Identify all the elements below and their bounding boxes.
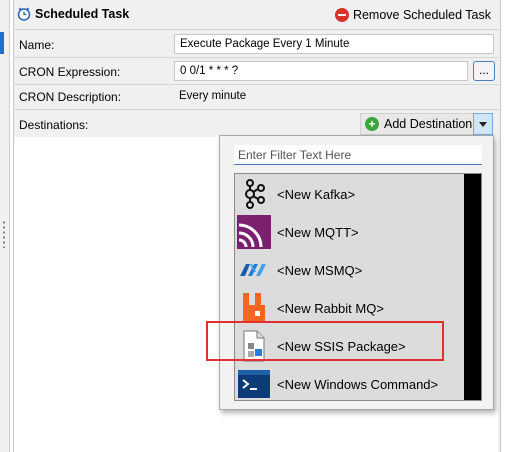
panel-title: Scheduled Task (35, 7, 130, 21)
list-item-kafka[interactable]: <New Kafka> (235, 175, 466, 213)
cron-description-label: CRON Description: (19, 90, 122, 104)
list-item-msmq[interactable]: <New MSMQ> (235, 251, 466, 289)
splitter-grip[interactable] (3, 220, 5, 248)
list-scrollbar[interactable] (464, 174, 481, 400)
cron-builder-button[interactable]: ... (473, 61, 495, 81)
list-item-mqtt[interactable]: <New MQTT> (235, 213, 466, 251)
list-item-windows-command[interactable]: <New Windows Command> (235, 365, 466, 403)
filter-input[interactable] (234, 145, 482, 165)
list-item-label: <New MSMQ> (277, 262, 363, 278)
remove-scheduled-task-button[interactable]: Remove Scheduled Task (334, 5, 491, 25)
add-destination-dropdown-arrow[interactable] (473, 113, 493, 135)
add-destination-button[interactable]: + Add Destination (360, 113, 478, 135)
kafka-icon (245, 179, 265, 209)
name-label: Name: (19, 38, 55, 52)
clock-icon (17, 7, 31, 21)
separator (13, 109, 499, 110)
separator (13, 57, 499, 58)
remove-label: Remove Scheduled Task (352, 8, 491, 22)
rabbitmq-icon (243, 293, 265, 323)
cron-description-value: Every minute (174, 86, 494, 106)
add-destination-popup: <New Kafka> <New MQTT> <New MSMQ> (219, 135, 494, 410)
windows-command-icon (238, 370, 270, 398)
cron-expression-label: CRON Expression: (19, 65, 121, 79)
destinations-label: Destinations: (19, 118, 89, 132)
remove-icon (334, 8, 349, 22)
list-item-label: <New MQTT> (277, 224, 359, 240)
separator (13, 84, 499, 85)
list-item-label: <New Rabbit MQ> (277, 300, 384, 316)
add-icon: + (365, 117, 379, 131)
name-field[interactable]: Execute Package Every 1 Minute (174, 34, 494, 54)
highlight-box (206, 321, 444, 361)
panel-header: Scheduled Task Remove Scheduled Task (13, 4, 499, 28)
add-destination-label: Add Destination (384, 117, 473, 131)
list-item-label: <New Windows Command> (277, 376, 439, 392)
cron-expression-field[interactable]: 0 0/1 * * * ? (174, 61, 468, 81)
destination-type-list: <New Kafka> <New MQTT> <New MSMQ> <New R… (234, 173, 482, 401)
msmq-icon (240, 264, 266, 276)
list-item-label: <New Kafka> (277, 186, 356, 202)
left-navigation-strip (0, 0, 10, 452)
selected-indicator (0, 32, 4, 54)
separator (13, 29, 499, 30)
mqtt-icon (237, 215, 271, 249)
